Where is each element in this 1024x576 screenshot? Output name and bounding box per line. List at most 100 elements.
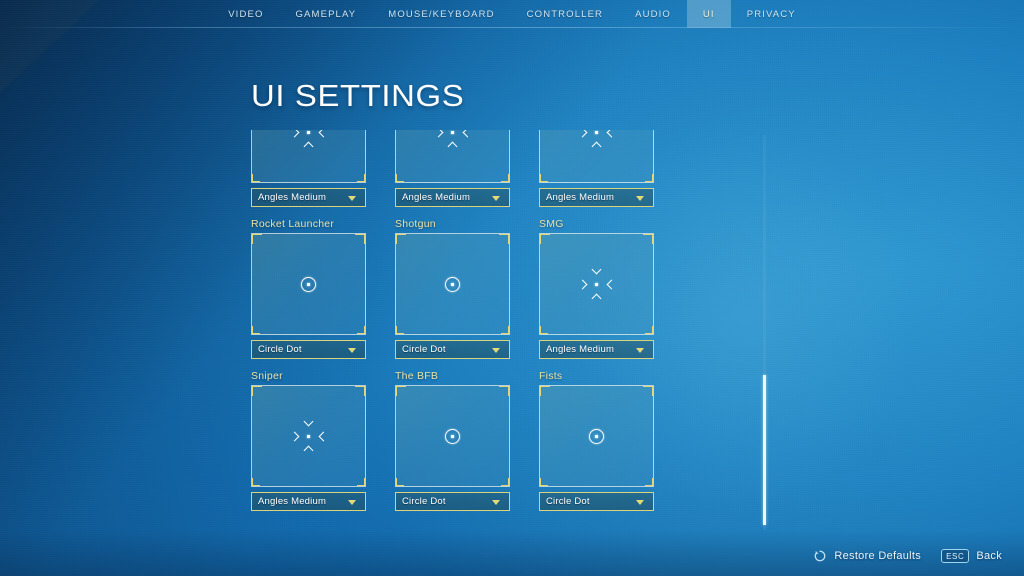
preview-corner-bottom-left [396,478,404,486]
crosshair-angle-top [303,416,314,427]
crosshair-slot: Angles Medium [539,130,654,207]
preview-corner-bottom-right [645,478,653,486]
crosshair-style-dropdown[interactable]: Circle Dot [395,340,510,359]
crosshair-preview [539,385,654,487]
chevron-down-icon[interactable] [492,499,500,505]
crosshair-dot [595,434,598,438]
crosshair-slot: Fists Circle Dot [539,368,654,511]
settings-tab-bar[interactable]: VIDEO GAMEPLAY MOUSE/KEYBOARD CONTROLLER AUD… [0,0,1024,28]
page-title: UI SETTINGS [251,78,465,113]
grid-column-spacer [366,130,395,207]
back-button[interactable]: ESC Back [941,549,1002,563]
dropdown-value: Circle Dot [402,344,446,355]
crosshair-preview [539,130,654,183]
chevron-down-icon[interactable] [636,195,644,201]
crosshair-dot [595,130,598,134]
crosshair-angle-left [289,431,299,441]
restore-defaults-label: Restore Defaults [834,550,922,562]
crosshair-angle-left [433,130,443,137]
crosshair-angle-left [289,130,299,137]
crosshair-angle-right [318,431,328,441]
weapon-label: SMG [539,218,564,230]
crosshair-circle-dot [433,416,473,456]
tab-ui[interactable]: UI [686,0,731,28]
preview-corner-bottom-right [357,326,365,334]
crosshair-style-dropdown[interactable]: Angles Medium [251,492,366,511]
crosshair-slot: SMG Angles Medium [539,216,654,359]
dropdown-value: Circle Dot [546,496,590,507]
crosshair-angle-bottom [591,293,602,304]
crosshair-angle-bottom [303,445,314,456]
crosshair-style-dropdown[interactable]: Circle Dot [251,340,366,359]
crosshair-dot [307,434,310,438]
crosshair-angle-left [577,130,587,137]
chevron-down-icon[interactable] [348,347,356,353]
crosshair-angle-bottom [303,141,314,152]
crosshair-preview [251,385,366,487]
chevron-down-icon[interactable] [348,499,356,505]
scrollbar-thumb[interactable] [763,375,766,525]
tab-controller[interactable]: CONTROLLER [511,0,619,28]
crosshair-slot: Shotgun Circle Dot [395,216,510,359]
crosshair-dot [451,434,454,438]
preview-corner-bottom-left [252,326,260,334]
dropdown-value: Angles Medium [546,344,615,355]
crosshair-style-dropdown[interactable]: Angles Medium [539,340,654,359]
crosshair-slot: Rocket Launcher Circle Dot [251,216,366,359]
crosshair-angles [577,130,617,152]
crosshair-style-dropdown[interactable]: Angles Medium [539,188,654,207]
dropdown-value: Angles Medium [258,192,327,203]
preview-corner-bottom-left [252,478,260,486]
dropdown-value: Angles Medium [402,192,471,203]
preview-corner-bottom-left [252,174,260,182]
preview-corner-bottom-right [501,174,509,182]
crosshair-dot [307,282,310,286]
dropdown-value: Circle Dot [258,344,302,355]
tab-audio[interactable]: AUDIO [619,0,687,28]
crosshair-style-dropdown[interactable]: Angles Medium [251,188,366,207]
crosshair-slot: Sniper Angles Medium [251,368,366,511]
preview-corner-bottom-right [645,326,653,334]
weapon-label: Sniper [251,370,283,382]
preview-corner-bottom-left [540,326,548,334]
tab-bar-divider [0,27,1024,28]
chevron-down-icon[interactable] [636,499,644,505]
dropdown-value: Angles Medium [258,496,327,507]
crosshair-angle-right [318,130,328,137]
crosshair-style-dropdown[interactable]: Circle Dot [539,492,654,511]
crosshair-style-dropdown[interactable]: Circle Dot [395,492,510,511]
tab-privacy[interactable]: PRIVACY [731,0,812,28]
crosshair-style-dropdown[interactable]: Angles Medium [395,188,510,207]
chevron-down-icon[interactable] [636,347,644,353]
restore-icon [813,549,827,563]
restore-defaults-button[interactable]: Restore Defaults [813,549,921,563]
dropdown-value: Circle Dot [402,496,446,507]
back-label: Back [976,550,1002,562]
crosshair-angles [289,416,329,456]
preview-corner-bottom-left [540,478,548,486]
crosshair-circle-dot [433,264,473,304]
preview-corner-bottom-left [540,174,548,182]
crosshair-angles [577,264,617,304]
weapon-label: Shotgun [395,218,436,230]
grid-row-spacer [251,359,654,368]
tab-mouse-keyboard[interactable]: MOUSE/KEYBOARD [372,0,510,28]
chevron-down-icon[interactable] [492,347,500,353]
crosshair-preview [539,233,654,335]
crosshair-preview [395,233,510,335]
chevron-down-icon[interactable] [348,195,356,201]
preview-corner-bottom-right [501,326,509,334]
crosshair-preview [251,130,366,183]
chevron-down-icon[interactable] [492,195,500,201]
preview-corner-bottom-left [396,326,404,334]
preview-corner-bottom-right [357,174,365,182]
tab-gameplay[interactable]: GAMEPLAY [280,0,373,28]
crosshair-preview [395,130,510,183]
crosshair-preview [395,385,510,487]
crosshair-angle-bottom [591,141,602,152]
crosshair-preview [251,233,366,335]
crosshair-angle-bottom [447,141,458,152]
dropdown-value: Angles Medium [546,192,615,203]
crosshair-slot: The BFB Circle Dot [395,368,510,511]
tab-video[interactable]: VIDEO [212,0,279,28]
